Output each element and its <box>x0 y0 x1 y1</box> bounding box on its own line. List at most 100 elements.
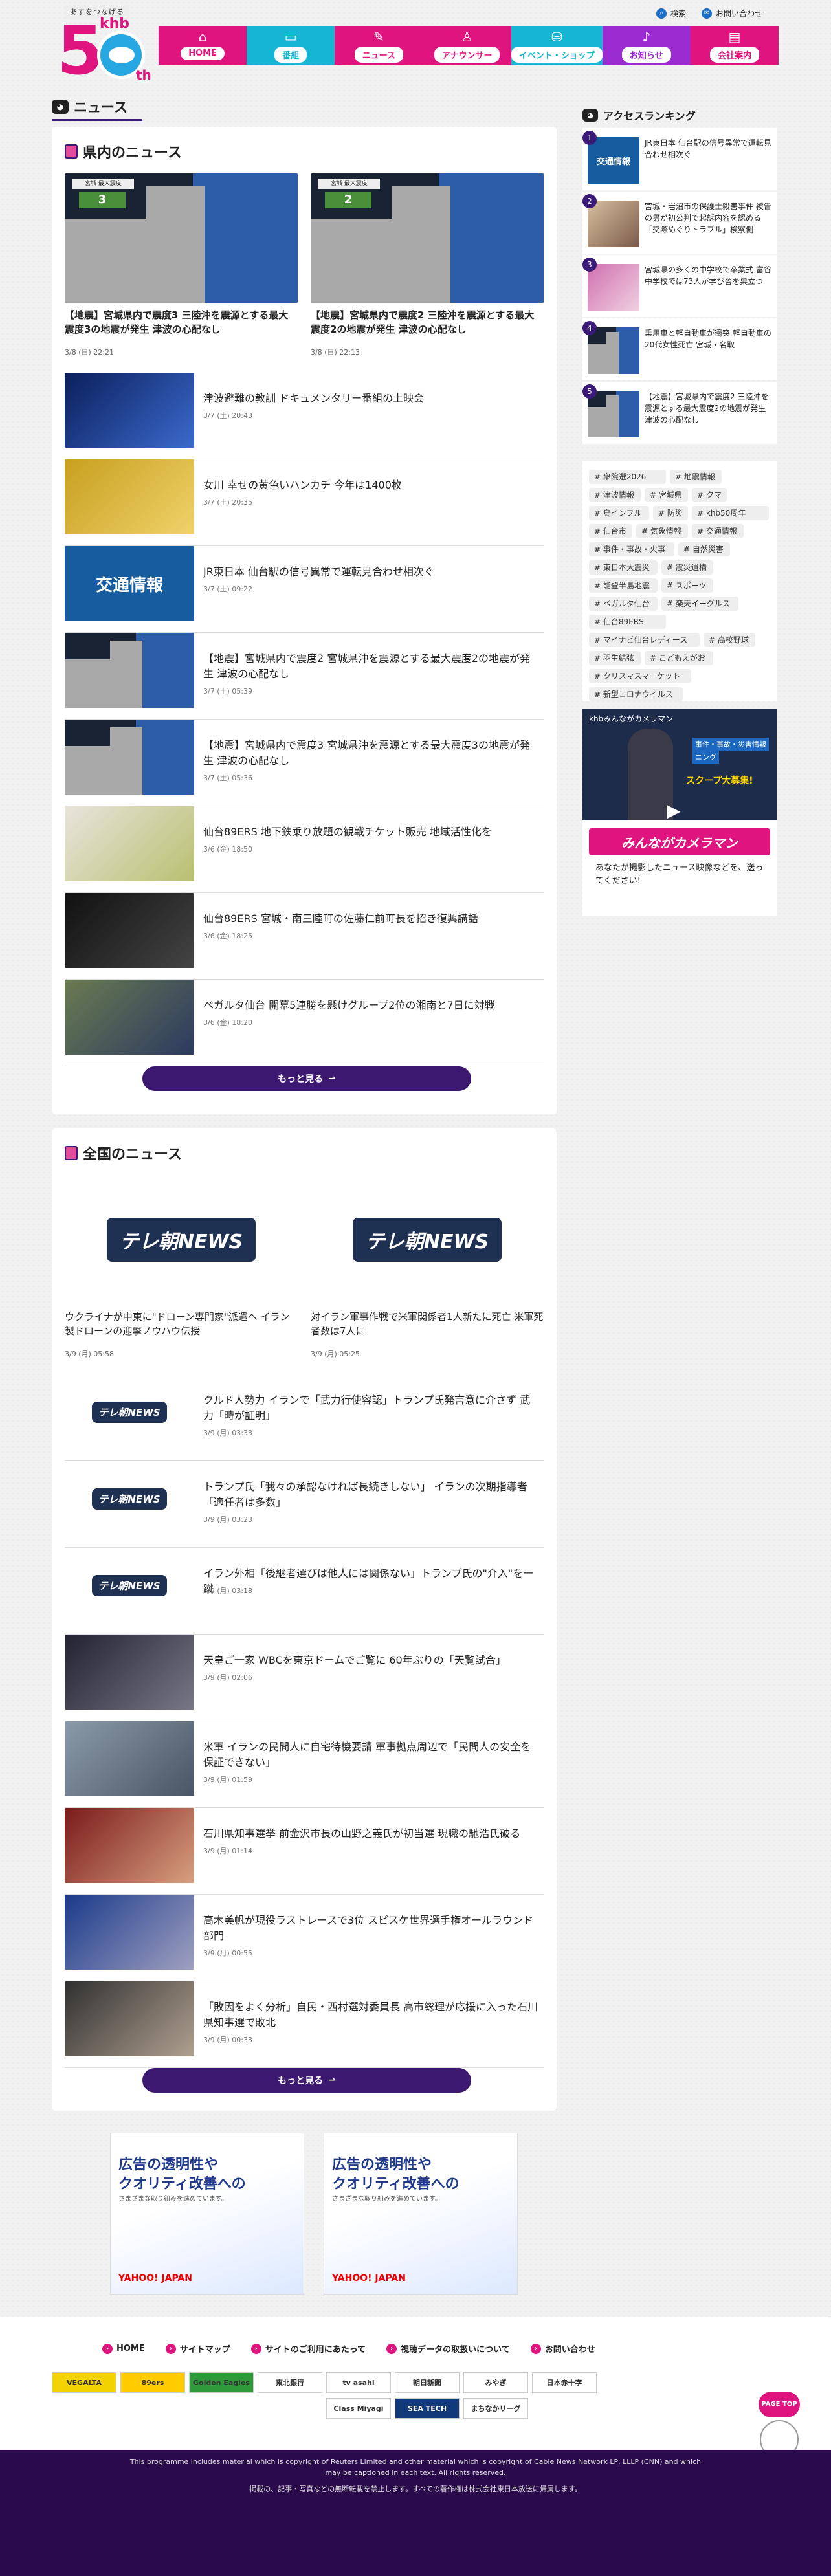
tag-link[interactable]: # ベガルタ仙台 <box>589 597 658 611</box>
tag-link[interactable]: # マイナビ仙台レディース <box>589 633 700 647</box>
tag-link[interactable]: # 羽生結弦 <box>589 651 641 665</box>
news-thumb[interactable] <box>65 806 194 881</box>
news-thumb[interactable] <box>65 633 194 708</box>
contact-link[interactable]: ✉ お問い合わせ <box>702 8 762 19</box>
partner-logo[interactable]: 東北銀行 <box>258 2372 322 2393</box>
news-title[interactable]: 高木美帆が現役ラストレースで3位 スピスケ世界選手権オールラウンド部門 <box>203 1913 540 1944</box>
ranking-item[interactable]: 3 宮城県の多くの中学校で卒業式 富谷中学校では73人が学び舎を巣立つ <box>582 255 777 317</box>
tag-link[interactable]: # 楽天イーグルス <box>661 597 738 611</box>
news-title[interactable]: 【地震】宮城県内で震度2 宮城県沖を震源とする最大震度2の地震が発生 津波の心配… <box>203 651 540 682</box>
news-title[interactable]: 仙台89ERS 地下鉄乗り放題の観戦チケット販売 地域活性化を <box>203 824 540 840</box>
tag-link[interactable]: # 宮城県 <box>645 488 688 502</box>
rank-thumb[interactable] <box>588 264 639 311</box>
news-thumb[interactable]: テレ朝NEWS <box>65 1548 194 1623</box>
list-item[interactable]: テレ朝NEWS トランプ氏「我々の承認なければ長続きしない」 イランの次期指導者「… <box>65 1461 544 1548</box>
tag-link[interactable]: # 事件・事故・火事 <box>589 542 674 556</box>
nav-item-2[interactable]: ✎ ニュース <box>335 26 423 65</box>
news-thumb[interactable]: 交通情報 <box>65 546 194 621</box>
news-title[interactable]: ベガルタ仙台 開幕5連勝を懸けグループ2位の湘南と7日に対戦 <box>203 998 540 1013</box>
news-thumb[interactable] <box>65 1895 194 1970</box>
tag-link[interactable]: # こどもえがお <box>645 651 713 665</box>
list-item[interactable]: 米軍 イランの民間人に自宅待機要請 軍事拠点周辺で「民間人の安全を保証できない」… <box>65 1721 544 1808</box>
news-title[interactable]: 仙台89ERS 宮城・南三陸町の佐藤仁前町長を招き復興講話 <box>203 911 540 927</box>
tag-link[interactable]: # 新型コロナウイルス <box>589 687 683 701</box>
nav-item-6[interactable]: ▤ 会社案内 <box>690 26 779 65</box>
footer-link[interactable]: › お問い合わせ <box>530 2342 595 2355</box>
tag-link[interactable]: # 鳥インフル <box>589 506 649 520</box>
search-link[interactable]: ⌕ 検索 <box>656 8 686 19</box>
nav-item-0[interactable]: ⌂ HOME <box>159 26 247 65</box>
news-thumb[interactable] <box>65 893 194 968</box>
partner-logo[interactable]: tv asahi <box>326 2372 391 2393</box>
news-thumb[interactable]: テレ朝NEWS <box>311 1175 544 1305</box>
news-thumb[interactable] <box>65 720 194 795</box>
national-more-button[interactable]: もっと見る ⇀ <box>142 2068 471 2093</box>
partner-logo[interactable]: 朝日新聞 <box>395 2372 460 2393</box>
ranking-item[interactable]: 2 宮城・岩沼市の保護士殺害事件 被告の男が初公判で起訴内容を認める 「交際めぐり… <box>582 192 777 254</box>
tag-link[interactable]: # スポーツ <box>661 578 713 593</box>
footer-link[interactable]: › サイトマップ <box>165 2342 230 2355</box>
news-title[interactable]: クルド人勢力 イランで「武力行使容認」トランプ氏発言意に介さず 武力「時が証明」 <box>203 1393 540 1424</box>
camera-video[interactable]: khbみんながカメラマン 事件・事故・災害情報 ニング スクープ大募集! ▶ <box>582 709 777 821</box>
ranking-item[interactable]: 1 交通情報 JR東日本 仙台駅の信号異常で運転見合わせ相次ぐ <box>582 128 777 190</box>
news-thumb[interactable]: 宮城 最大震度 2 <box>311 173 544 303</box>
nav-item-3[interactable]: ♙ アナウンサー <box>423 26 511 65</box>
footer-link[interactable]: › HOME <box>102 2342 145 2355</box>
partner-logo[interactable]: まちなかリーグ <box>463 2398 528 2419</box>
news-thumb[interactable] <box>65 980 194 1055</box>
footer-link[interactable]: › 視聴データの取扱いについて <box>386 2342 510 2355</box>
partner-logo[interactable]: Class Miyagi <box>326 2398 391 2419</box>
news-thumb[interactable]: 宮城 最大震度 3 <box>65 173 298 303</box>
tag-link[interactable]: # 仙台89ERS <box>589 615 666 629</box>
news-title[interactable]: ウクライナが中東に"ドローン専門家"派遣へ イラン製ドローンの迎撃ノウハウ伝授 <box>65 1310 298 1338</box>
list-item[interactable]: 高木美帆が現役ラストレースで3位 スピスケ世界選手権オールラウンド部門 3/9 (… <box>65 1895 544 1981</box>
news-thumb[interactable]: テレ朝NEWS <box>65 1461 194 1536</box>
list-item[interactable]: 交通情報 JR東日本 仙台駅の信号異常で運転見合わせ相次ぐ 3/7 (土) 09:2… <box>65 546 544 633</box>
rank-thumb[interactable] <box>588 391 639 437</box>
partner-logo[interactable]: 日本赤十字 <box>532 2372 597 2393</box>
news-title[interactable]: 女川 幸せの黄色いハンカチ 今年は1400枚 <box>203 478 540 493</box>
local-more-button[interactable]: もっと見る ⇀ <box>142 1066 471 1091</box>
news-title[interactable]: イラン外相「後継者選びは他人には関係ない」トランプ氏の"介入"を一蹴 <box>203 1566 540 1597</box>
list-item[interactable]: 仙台89ERS 地下鉄乗り放題の観戦チケット販売 地域活性化を 3/6 (金) 1… <box>65 806 544 893</box>
news-title[interactable]: 「敗因をよく分析」自民・西村選対委員長 高市総理が応援に入った石川県知事選で敗北 <box>203 1999 540 2031</box>
news-thumb[interactable]: テレ朝NEWS <box>65 1175 298 1305</box>
list-item[interactable]: テレ朝NEWS イラン外相「後継者選びは他人には関係ない」トランプ氏の"介入"を一… <box>65 1548 544 1635</box>
news-thumb[interactable] <box>65 459 194 534</box>
tag-link[interactable]: # 気象情報 <box>636 524 688 538</box>
news-thumb[interactable] <box>65 373 194 448</box>
partner-logo[interactable]: 89ers <box>120 2372 185 2393</box>
tag-link[interactable]: # 高校野球 <box>704 633 755 647</box>
tag-link[interactable]: # 能登半島地震 <box>589 578 658 593</box>
news-thumb[interactable] <box>65 1635 194 1710</box>
list-item[interactable]: 石川県知事選挙 前金沢市長の山野之義氏が初当選 現職の馳浩氏破る 3/9 (月) … <box>65 1808 544 1895</box>
news-title[interactable]: 米軍 イランの民間人に自宅待機要請 軍事拠点周辺で「民間人の安全を保証できない」 <box>203 1739 540 1770</box>
rank-thumb[interactable] <box>588 327 639 374</box>
news-thumb[interactable] <box>65 1808 194 1883</box>
list-item[interactable]: 天皇ご一家 WBCを東京ドームでご覧に 60年ぶりの「天覧試合」 3/9 (月) … <box>65 1635 544 1721</box>
rank-title[interactable]: JR東日本 仙台駅の信号異常で運転見合わせ相次ぐ <box>645 137 771 160</box>
partner-logo[interactable]: Golden Eagles <box>189 2372 254 2393</box>
list-item[interactable]: 女川 幸せの黄色いハンカチ 今年は1400枚 3/7 (土) 20:35 <box>65 459 544 546</box>
tag-link[interactable]: # 自然災害 <box>678 542 730 556</box>
list-item[interactable]: 仙台89ERS 宮城・南三陸町の佐藤仁前町長を招き復興講話 3/6 (金) 18:… <box>65 893 544 980</box>
rank-title[interactable]: 乗用車と軽自動車が衝突 軽自動車の20代女性死亡 宮城・名取 <box>645 327 771 351</box>
tag-link[interactable]: # 仙台市 <box>589 524 632 538</box>
nav-item-1[interactable]: ▭ 番組 <box>247 26 335 65</box>
news-title[interactable]: 【地震】宮城県内で震度3 宮城県沖を震源とする最大震度3の地震が発生 津波の心配… <box>203 738 540 769</box>
news-title[interactable]: トランプ氏「我々の承認なければ長続きしない」 イランの次期指導者「適任者は多数」 <box>203 1479 540 1510</box>
nav-item-4[interactable]: ⛁ イベント・ショップ <box>511 26 603 65</box>
tag-link[interactable]: # 交通情報 <box>692 524 744 538</box>
khb-50th-logo[interactable]: あすをつなげる 5 khb th <box>57 5 154 84</box>
list-item[interactable]: ベガルタ仙台 開幕5連勝を懸けグループ2位の湘南と7日に対戦 3/6 (金) 18… <box>65 980 544 1066</box>
nav-item-5[interactable]: ♪ お知らせ <box>602 26 691 65</box>
news-thumb[interactable]: テレ朝NEWS <box>65 1374 194 1449</box>
page-top-button[interactable]: PAGE TOP <box>759 2392 800 2417</box>
ranking-item[interactable]: 4 乗用車と軽自動車が衝突 軽自動車の20代女性死亡 宮城・名取 <box>582 318 777 380</box>
tag-link[interactable]: # クリスマスマーケット <box>589 669 691 683</box>
ad-banner[interactable]: 広告の透明性や クオリティ改善への さまざまな取り組みを進めています。 YAHOO! … <box>324 2133 518 2295</box>
partner-logo[interactable]: SEA TECH <box>395 2398 460 2419</box>
list-item[interactable]: テレ朝NEWS クルド人勢力 イランで「武力行使容認」トランプ氏発言意に介さず 武… <box>65 1374 544 1461</box>
tag-link[interactable]: # khb50周年 <box>692 506 769 520</box>
news-title[interactable]: 津波避難の教訓 ドキュメンタリー番組の上映会 <box>203 391 540 406</box>
